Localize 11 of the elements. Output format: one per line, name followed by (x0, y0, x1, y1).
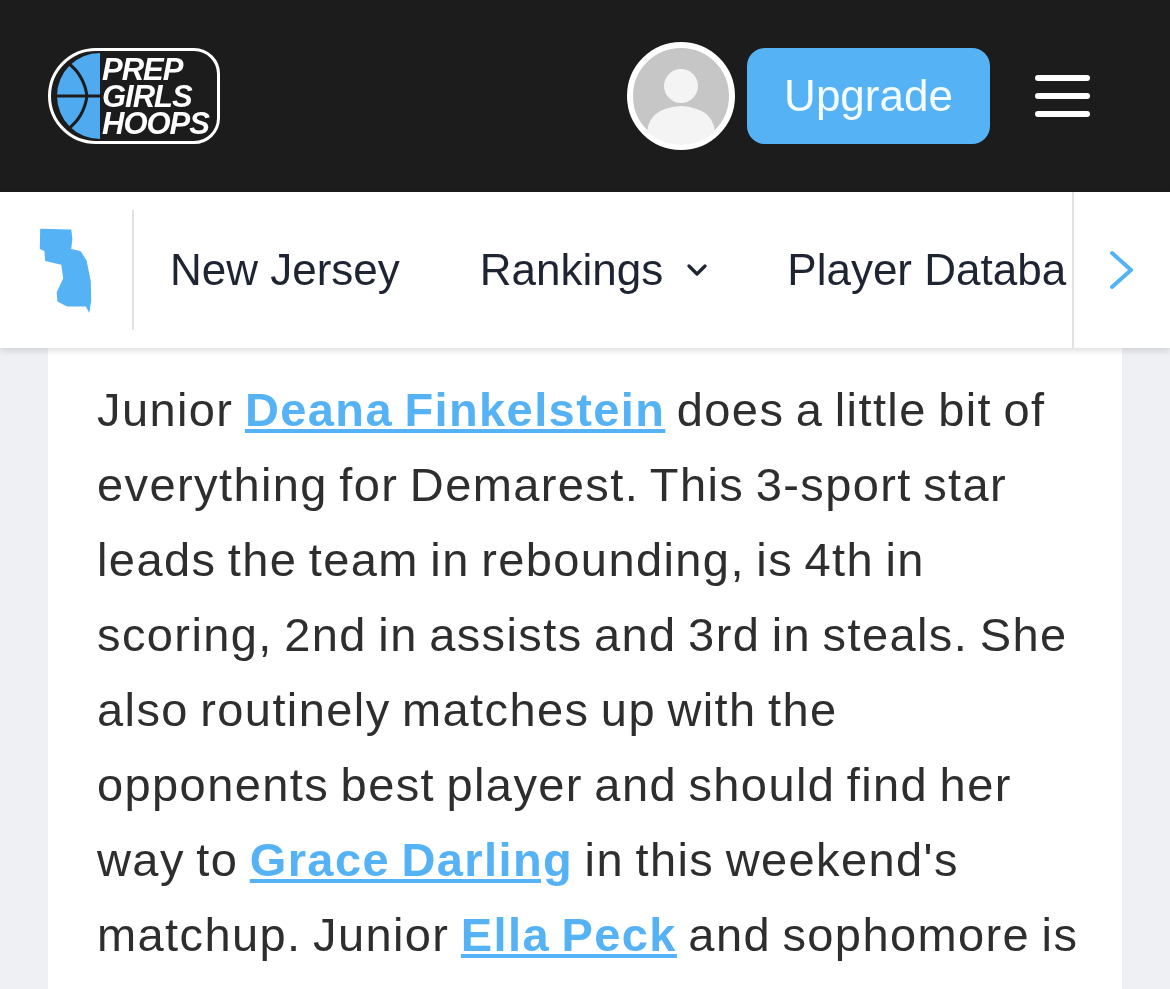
logo-text: GIRLS (102, 82, 192, 110)
article-paragraph: Junior Deana Finkelstein does a little bit of everything for Demarest. This 3-sport star leads the team in rebounding, is 4th in scoring, 2nd in assists and 3rd in steals. She also routinely matches up with the opponents best player and should find her way to Grace Darling in this weekend's matchup. Junior Ella Peck and sophomore is (97, 382, 1080, 963)
basketball-icon (54, 53, 100, 139)
avatar-icon[interactable] (627, 42, 735, 150)
nav-tab[interactable]: Rankings (479, 245, 708, 295)
nav-tab[interactable]: New Jersey (170, 245, 400, 295)
nav-tab[interactable]: Player Databa (787, 245, 1067, 295)
menu-icon[interactable] (1035, 75, 1090, 117)
logo-text: PREP (102, 55, 183, 83)
logo-text: HOOPS (102, 109, 209, 137)
logo[interactable]: PREP GIRLS HOOPS (48, 48, 220, 144)
